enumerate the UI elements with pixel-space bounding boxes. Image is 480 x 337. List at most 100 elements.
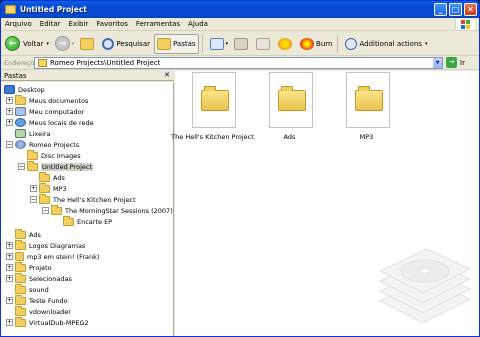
up-folder-button[interactable] bbox=[78, 34, 98, 54]
folder-icon bbox=[15, 283, 26, 294]
tree-label: sound bbox=[29, 285, 49, 294]
folder-icon bbox=[5, 5, 16, 14]
folder-open-icon bbox=[27, 160, 38, 171]
toolbar: ← Voltar ▾ → ▾ Pesquisar Pastas ▾ Burn A… bbox=[1, 32, 479, 56]
file-label: The Hell's Kitchen Project bbox=[171, 133, 254, 141]
expand-icon[interactable]: + bbox=[6, 97, 13, 104]
folder-icon bbox=[15, 305, 26, 316]
collapse-icon[interactable]: − bbox=[18, 163, 25, 170]
folders-label: Pastas bbox=[173, 39, 196, 48]
desktop-icon bbox=[4, 85, 15, 94]
back-dropdown-icon[interactable]: ▾ bbox=[46, 41, 49, 47]
expand-icon[interactable]: + bbox=[6, 242, 13, 249]
tree-item-sound[interactable]: sound bbox=[15, 283, 49, 295]
address-dropdown-icon[interactable]: ▼ bbox=[433, 58, 442, 68]
folder-icon bbox=[15, 228, 26, 239]
tree-item-teste-fundo[interactable]: Teste Fundo bbox=[15, 294, 68, 306]
search-button[interactable]: Pesquisar bbox=[100, 34, 152, 54]
minimize-button[interactable]: _ bbox=[434, 3, 447, 16]
additional-actions-button[interactable]: Additional actions ▾ bbox=[343, 34, 429, 54]
collapse-icon[interactable]: − bbox=[30, 196, 37, 203]
tree-item-vdownloader[interactable]: vdownloader bbox=[15, 305, 71, 317]
tree-item-mp3[interactable]: MP3 bbox=[39, 182, 67, 194]
folders-button[interactable]: Pastas bbox=[154, 33, 199, 54]
collapse-icon[interactable]: − bbox=[42, 207, 49, 214]
computer-icon bbox=[15, 107, 26, 116]
copy-button[interactable] bbox=[254, 34, 274, 54]
tree-item-meus-documentos[interactable]: Meus documentos bbox=[15, 94, 88, 106]
tree-item-meus-locais-de-rede[interactable]: Meus locais de rede bbox=[15, 117, 94, 128]
back-button[interactable]: ← Voltar ▾ bbox=[3, 34, 51, 54]
menu-bar: Arquivo Editar Exibir Favoritos Ferramen… bbox=[1, 18, 479, 31]
up-folder-icon bbox=[80, 37, 95, 50]
collapse-icon[interactable]: − bbox=[6, 141, 13, 148]
additional-dropdown-icon: ▾ bbox=[425, 40, 428, 47]
tree-item-selecionadas[interactable]: Selecionadas bbox=[15, 272, 72, 284]
tree-item-hells-kitchen[interactable]: The Hell's Kitchen Project bbox=[39, 193, 136, 205]
recycle-bin-icon bbox=[15, 129, 26, 138]
burn-button[interactable]: Burn bbox=[298, 34, 334, 54]
explorer-window: Untitled Project _ □ ✕ Arquivo Editar Ex… bbox=[0, 0, 480, 337]
close-button[interactable]: ✕ bbox=[464, 3, 477, 16]
tree-label: MP3 bbox=[53, 184, 67, 193]
expand-icon[interactable]: + bbox=[6, 119, 13, 126]
address-bar: Endereço Romeo Projects\Untitled Project… bbox=[1, 56, 479, 70]
tree-item-meu-computador[interactable]: Meu computador bbox=[15, 106, 84, 117]
tree-item-mp3-em-stein[interactable]: mp3 em stein! (Frank) bbox=[15, 251, 99, 262]
folders-pane-title: Pastas bbox=[4, 71, 27, 80]
menu-ajuda[interactable]: Ajuda bbox=[184, 20, 212, 28]
folder-icon bbox=[15, 294, 26, 305]
file-tile-hells-kitchen[interactable]: The Hell's Kitchen Project bbox=[171, 72, 254, 142]
expand-icon[interactable]: + bbox=[30, 185, 37, 192]
expand-icon[interactable]: + bbox=[6, 264, 13, 271]
tree-item-lixeira[interactable]: Lixeira bbox=[15, 128, 51, 139]
title-bar[interactable]: Untitled Project _ □ ✕ bbox=[1, 1, 479, 18]
folder-icon bbox=[15, 261, 26, 272]
menu-arquivo[interactable]: Arquivo bbox=[1, 20, 36, 28]
tree-item-morningstar-sessions[interactable]: The MorningStar Sessions (2007) bbox=[51, 204, 173, 216]
tree-item-ads-root[interactable]: Ads bbox=[15, 228, 41, 240]
tree-item-untitled-project[interactable]: Untitled Project bbox=[27, 160, 94, 172]
menu-favoritos[interactable]: Favoritos bbox=[92, 20, 132, 28]
file-tile-mp3[interactable]: MP3 bbox=[334, 72, 399, 142]
expand-icon[interactable]: + bbox=[6, 108, 13, 115]
tree-item-disc-images[interactable]: Disc Images bbox=[27, 149, 81, 161]
forward-button[interactable]: → ▾ bbox=[53, 34, 77, 54]
tree-item-romeo-projects[interactable]: Romeo Projects bbox=[15, 139, 79, 150]
tree-item-desktop[interactable]: Desktop bbox=[4, 84, 45, 95]
views-button[interactable]: ▾ bbox=[208, 34, 231, 54]
favorite-button[interactable] bbox=[276, 34, 296, 54]
expand-icon[interactable]: + bbox=[6, 275, 13, 282]
properties-icon bbox=[234, 37, 249, 50]
tree-item-logos-diagramas[interactable]: Logos Diagramas bbox=[15, 239, 85, 251]
close-pane-icon[interactable]: ✕ bbox=[164, 71, 170, 79]
folder-thumbnail bbox=[192, 72, 236, 128]
tree-item-encarte-ep[interactable]: Encarte EP bbox=[63, 215, 112, 227]
menu-ferramentas[interactable]: Ferramentas bbox=[132, 20, 184, 28]
folder-tree: Desktop + Meus documentos + Meu computad… bbox=[1, 82, 174, 336]
expand-icon[interactable]: + bbox=[6, 319, 13, 326]
tree-item-ads[interactable]: Ads bbox=[39, 171, 65, 183]
windows-logo-icon bbox=[455, 19, 475, 30]
tree-label: Selecionadas bbox=[29, 274, 72, 283]
go-label: Ir bbox=[460, 58, 465, 67]
tree-label: Desktop bbox=[18, 85, 45, 94]
address-input[interactable]: Romeo Projects\Untitled Project ▼ bbox=[34, 57, 443, 69]
expand-icon[interactable]: + bbox=[6, 297, 13, 304]
tree-label: The Hell's Kitchen Project bbox=[53, 195, 136, 204]
folder-thumbnail bbox=[269, 72, 313, 128]
tree-item-projeto[interactable]: Projeto bbox=[15, 261, 52, 273]
properties-button[interactable] bbox=[232, 34, 252, 54]
maximize-button[interactable]: □ bbox=[449, 3, 462, 16]
expand-icon[interactable]: + bbox=[6, 253, 13, 260]
menu-exibir[interactable]: Exibir bbox=[65, 20, 93, 28]
go-button[interactable]: → Ir bbox=[446, 57, 465, 68]
forward-dropdown-icon[interactable]: ▾ bbox=[72, 41, 75, 47]
file-tile-ads[interactable]: Ads bbox=[257, 72, 322, 142]
tree-label: Ads bbox=[29, 230, 41, 239]
tree-label: Meu computador bbox=[29, 107, 85, 116]
toolbar-separator bbox=[201, 34, 203, 53]
tree-label: The MorningStar Sessions (2007) bbox=[65, 206, 173, 215]
tree-item-virtualdub[interactable]: VirtualDub-MPEG2 bbox=[15, 316, 89, 328]
menu-editar[interactable]: Editar bbox=[36, 20, 65, 28]
